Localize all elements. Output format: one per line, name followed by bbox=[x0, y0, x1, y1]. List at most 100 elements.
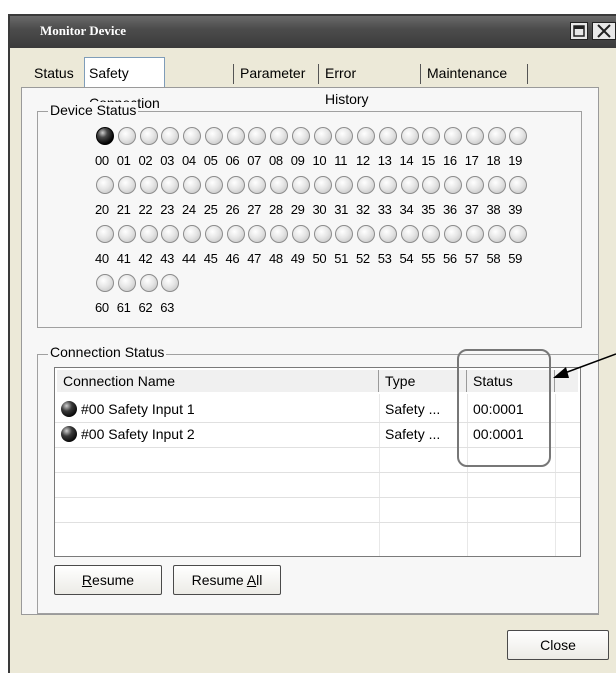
resume-label: esume bbox=[92, 572, 135, 588]
node-number-label: 21 bbox=[116, 202, 131, 217]
tab-parameter[interactable]: Parameter bbox=[236, 60, 309, 86]
node-number-label: 54 bbox=[399, 251, 414, 266]
tab-error-history[interactable]: Error History bbox=[321, 60, 373, 107]
node-number-label: 03 bbox=[160, 153, 175, 168]
node-62-status-led-icon bbox=[139, 274, 158, 292]
resume-accelerator: R bbox=[81, 572, 93, 588]
node-number-label: 36 bbox=[443, 202, 457, 217]
column-header-type[interactable]: Type bbox=[379, 370, 467, 392]
highlight-annotation bbox=[457, 349, 551, 467]
node-29-status-led-icon bbox=[291, 176, 310, 194]
node-54-status-led-icon bbox=[400, 225, 419, 243]
tab-separator bbox=[318, 64, 319, 84]
node-16-status-led-icon bbox=[444, 127, 462, 145]
node-number-label: 27 bbox=[247, 202, 262, 217]
connection-name-cell: #00 Safety Input 2 bbox=[81, 426, 195, 442]
resume-all-accelerator: A bbox=[246, 572, 257, 588]
node-36-status-led-icon bbox=[444, 176, 462, 194]
node-06-status-led-icon bbox=[226, 127, 245, 145]
node-37-status-led-icon bbox=[465, 176, 484, 194]
device-status-title: Device Status bbox=[48, 102, 139, 118]
node-number-label: 13 bbox=[377, 153, 392, 168]
maximize-icon[interactable] bbox=[570, 22, 588, 40]
node-number-label: 19 bbox=[508, 153, 523, 168]
connection-name-cell: #00 Safety Input 1 bbox=[81, 401, 195, 417]
node-number-label: 01 bbox=[116, 153, 131, 168]
node-24-status-led-icon bbox=[183, 176, 201, 194]
node-number-label: 40 bbox=[95, 251, 109, 266]
node-60-status-led-icon bbox=[96, 274, 114, 292]
node-number-label: 62 bbox=[138, 300, 153, 315]
node-33-status-led-icon bbox=[378, 176, 397, 194]
node-number-label: 49 bbox=[290, 251, 305, 266]
type-cell: Safety ... bbox=[385, 401, 441, 417]
close-icon[interactable] bbox=[592, 22, 616, 40]
node-20-status-led-icon bbox=[96, 176, 114, 194]
node-61-status-led-icon bbox=[117, 274, 136, 292]
close-button[interactable]: Close bbox=[507, 630, 609, 660]
node-number-label: 02 bbox=[138, 153, 153, 168]
node-number-label: 22 bbox=[138, 202, 153, 217]
node-00-status-led-icon bbox=[96, 127, 114, 145]
node-number-label: 46 bbox=[225, 251, 240, 266]
tab-maintenance[interactable]: Maintenance bbox=[423, 60, 511, 86]
node-45-status-led-icon bbox=[204, 225, 223, 243]
node-number-label: 15 bbox=[421, 153, 436, 168]
node-number-label: 11 bbox=[334, 153, 348, 168]
row-divider bbox=[55, 472, 580, 473]
node-number-label: 06 bbox=[225, 153, 240, 168]
node-18-status-led-icon bbox=[487, 127, 506, 145]
node-08-status-led-icon bbox=[270, 127, 288, 145]
status-led-icon bbox=[61, 401, 77, 417]
tab-status[interactable]: Status bbox=[30, 60, 78, 86]
node-number-label: 28 bbox=[269, 202, 283, 217]
node-52-status-led-icon bbox=[357, 225, 375, 243]
window-title: Monitor Device bbox=[40, 23, 127, 38]
column-header-connection-name[interactable]: Connection Name bbox=[57, 370, 379, 392]
node-number-label: 12 bbox=[356, 153, 370, 168]
node-41-status-led-icon bbox=[117, 225, 136, 243]
node-number-label: 30 bbox=[312, 202, 327, 217]
tab-separator bbox=[527, 64, 528, 84]
node-38-status-led-icon bbox=[487, 176, 506, 194]
node-49-status-led-icon bbox=[291, 225, 310, 243]
node-number-label: 41 bbox=[116, 251, 131, 266]
node-number-label: 59 bbox=[508, 251, 523, 266]
node-number-label: 29 bbox=[290, 202, 305, 217]
node-25-status-led-icon bbox=[204, 176, 223, 194]
node-34-status-led-icon bbox=[400, 176, 419, 194]
node-44-status-led-icon bbox=[183, 225, 201, 243]
node-number-label: 58 bbox=[486, 251, 501, 266]
node-10-status-led-icon bbox=[313, 127, 332, 145]
node-number-label: 35 bbox=[421, 202, 436, 217]
node-number-label: 25 bbox=[203, 202, 218, 217]
node-number-label: 04 bbox=[182, 153, 196, 168]
node-number-label: 45 bbox=[203, 251, 218, 266]
node-40-status-led-icon bbox=[96, 225, 114, 243]
annotation-arrow-icon bbox=[553, 353, 616, 378]
node-number-label: 63 bbox=[160, 300, 175, 315]
node-17-status-led-icon bbox=[465, 127, 484, 145]
node-number-label: 48 bbox=[269, 251, 283, 266]
node-42-status-led-icon bbox=[139, 225, 158, 243]
tab-safety-connection[interactable]: Safety Connection bbox=[84, 57, 165, 111]
node-53-status-led-icon bbox=[378, 225, 397, 243]
node-number-label: 24 bbox=[182, 202, 196, 217]
node-05-status-led-icon bbox=[204, 127, 223, 145]
node-30-status-led-icon bbox=[313, 176, 332, 194]
node-number-label: 08 bbox=[269, 153, 283, 168]
node-number-label: 52 bbox=[356, 251, 370, 266]
node-number-label: 34 bbox=[399, 202, 414, 217]
resume-all-button[interactable]: Resume All bbox=[173, 565, 281, 595]
node-number-label: 38 bbox=[486, 202, 501, 217]
node-number-label: 31 bbox=[334, 202, 349, 217]
node-number-label: 16 bbox=[443, 153, 457, 168]
node-number-label: 33 bbox=[377, 202, 392, 217]
node-number-label: 51 bbox=[334, 251, 349, 266]
row-divider bbox=[55, 497, 580, 498]
node-46-status-led-icon bbox=[226, 225, 245, 243]
resume-button[interactable]: Resume bbox=[54, 565, 162, 595]
node-02-status-led-icon bbox=[139, 127, 158, 145]
type-cell: Safety ... bbox=[385, 426, 441, 442]
node-50-status-led-icon bbox=[313, 225, 332, 243]
